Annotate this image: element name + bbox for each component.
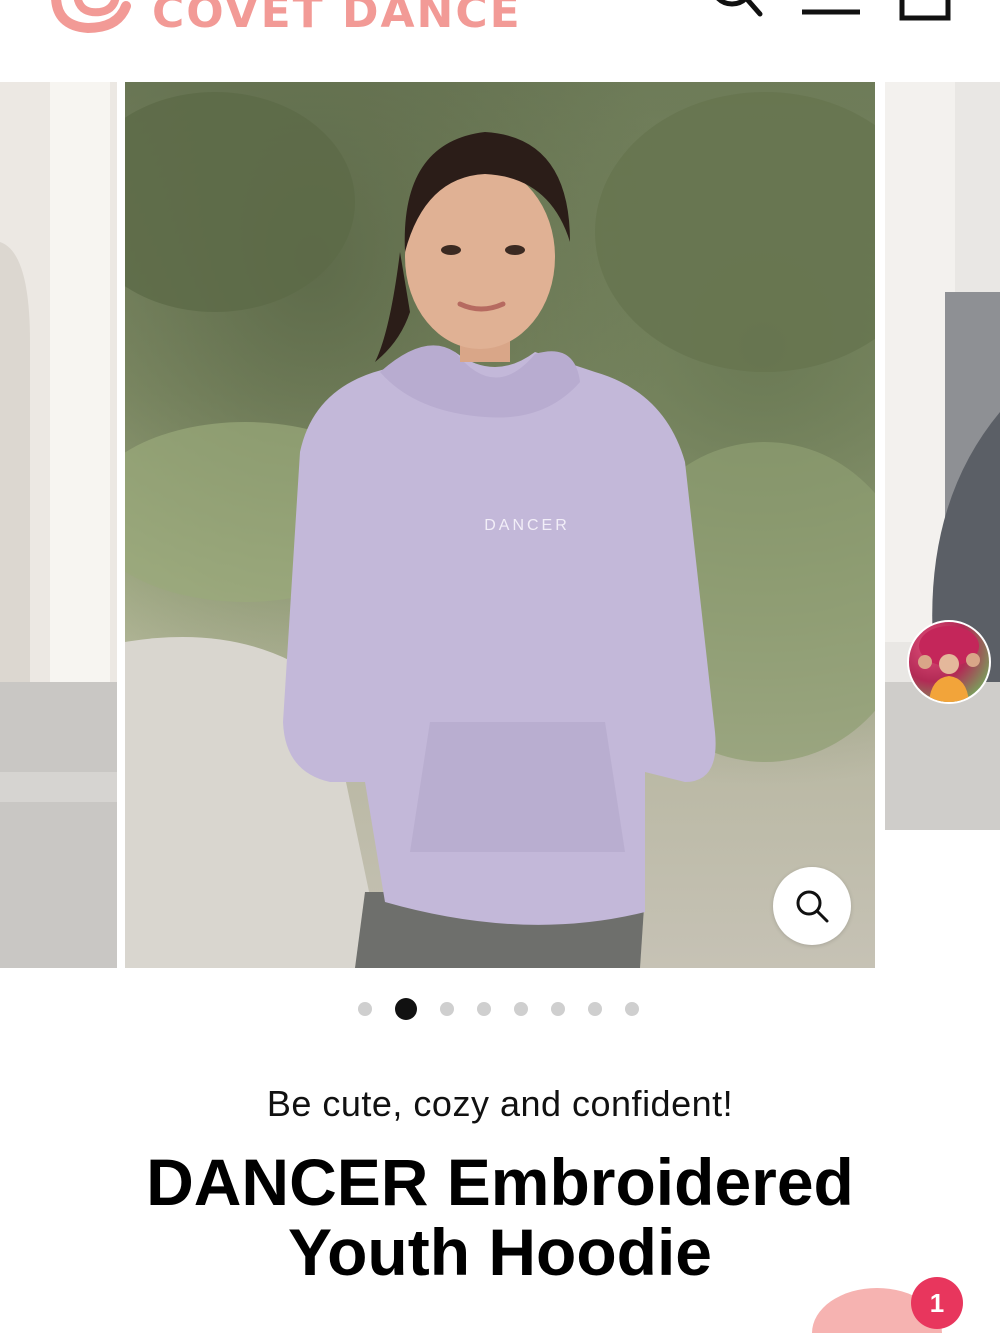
gallery-dot-1[interactable] [357,1002,372,1016]
customer-photo-avatar[interactable] [907,620,991,704]
zoom-icon [796,890,829,923]
menu-icon[interactable] [800,0,862,16]
gallery-dot-3[interactable] [439,1002,454,1016]
hoodie-model-image: DANCER [125,92,875,968]
gallery-dot-5[interactable] [513,1002,528,1016]
cart-icon[interactable] [898,0,954,24]
product-tagline: Be cute, cozy and confident! [266,1083,734,1124]
gallery-pagination [0,998,998,1020]
gallery-slide-previous[interactable] [0,82,117,968]
gallery-dot-6[interactable] [550,1002,565,1016]
product-gallery[interactable]: DANCER [0,82,1000,968]
gallery-slide-next[interactable] [885,82,1000,830]
gallery-dot-7[interactable] [587,1002,602,1016]
site-header: COVET DANCE [0,0,1000,60]
chat-notification-badge: 1 [911,1277,963,1329]
brand-logo[interactable]: COVET DANCE [48,0,522,38]
product-title: DANCER Embroidered Youth Hoodie [60,1147,940,1287]
zoom-button[interactable] [773,867,851,945]
gallery-dot-2-active[interactable] [394,998,417,1020]
next-slide-image [885,82,1000,830]
avatar-image [918,626,980,702]
embroidered-text: DANCER [484,517,570,534]
previous-slide-image [0,82,117,968]
gallery-slide-current[interactable]: DANCER [125,82,875,968]
brand-name: COVET DANCE [152,0,522,38]
logo-mark-icon [51,0,131,34]
product-page: COVET DANCE DANCER Be cute, cozy and con… [0,0,1000,1333]
product-title-line-2: Youth Hoodie [287,1215,713,1289]
gallery-dot-4[interactable] [476,1002,491,1016]
product-title-line-1: DANCER Embroidered [146,1145,854,1219]
gallery-dot-8[interactable] [624,1002,639,1016]
search-icon[interactable] [706,0,766,22]
